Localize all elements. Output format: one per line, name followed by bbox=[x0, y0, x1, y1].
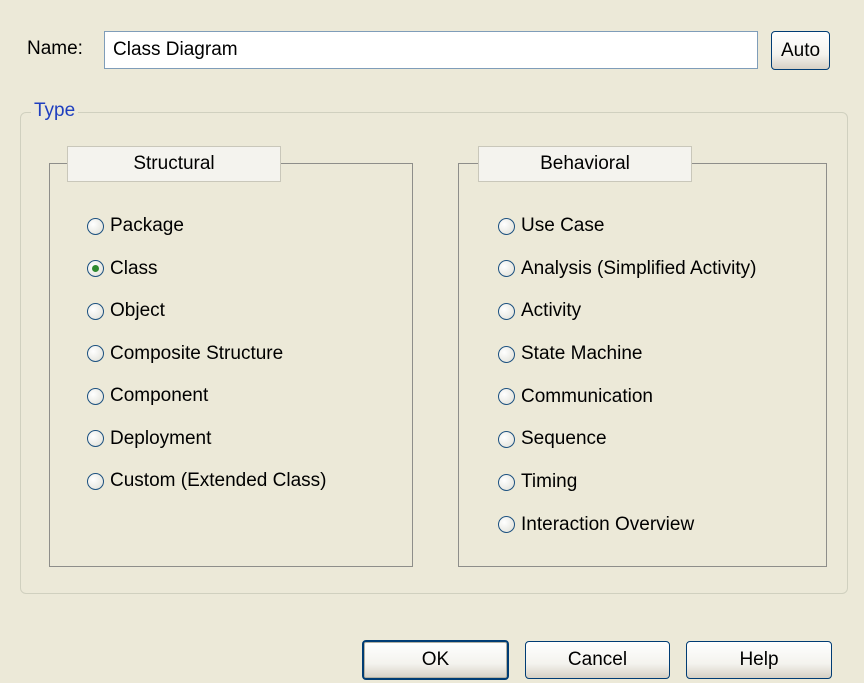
radio-option-activity[interactable]: Activity bbox=[498, 299, 756, 323]
radio-option-timing[interactable]: Timing bbox=[498, 470, 756, 494]
radio-option-label: Deployment bbox=[110, 427, 212, 449]
radio-option-object[interactable]: Object bbox=[87, 299, 326, 323]
radio-option-label: Communication bbox=[521, 385, 653, 407]
name-label: Name: bbox=[27, 38, 83, 59]
radio-option-interaction-overview[interactable]: Interaction Overview bbox=[498, 513, 756, 537]
radio-option-label: Composite Structure bbox=[110, 342, 284, 364]
radio-option-label: Timing bbox=[521, 471, 578, 493]
radio-option-use-case[interactable]: Use Case bbox=[498, 214, 756, 238]
radio-option-state-machine[interactable]: State Machine bbox=[498, 342, 756, 366]
radio-option-package[interactable]: Package bbox=[87, 214, 326, 238]
radio-option-sequence[interactable]: Sequence bbox=[498, 427, 756, 451]
radio-button-icon[interactable] bbox=[87, 430, 104, 447]
radio-button-icon[interactable] bbox=[498, 217, 515, 235]
radio-button-icon[interactable] bbox=[87, 217, 104, 235]
diagram-name-input[interactable]: Class Diagram bbox=[104, 31, 758, 69]
radio-button-icon[interactable] bbox=[498, 302, 515, 320]
radio-option-label: Package bbox=[110, 215, 184, 236]
radio-option-composite-structure[interactable]: Composite Structure bbox=[87, 342, 326, 366]
behavioral-group-title: Behavioral bbox=[478, 146, 692, 182]
radio-option-communication[interactable]: Communication bbox=[498, 385, 756, 409]
auto-button[interactable]: Auto bbox=[771, 31, 830, 70]
radio-button-icon[interactable] bbox=[498, 345, 515, 363]
radio-option-component[interactable]: Component bbox=[87, 384, 326, 408]
radio-option-custom-extended-class[interactable]: Custom (Extended Class) bbox=[87, 469, 326, 493]
radio-option-label: Use Case bbox=[521, 215, 605, 236]
radio-option-label: Activity bbox=[521, 300, 582, 322]
radio-button-checked-icon[interactable] bbox=[87, 260, 104, 277]
cancel-button[interactable]: Cancel bbox=[525, 641, 670, 679]
structural-group-title: Structural bbox=[67, 146, 281, 182]
radio-option-deployment[interactable]: Deployment bbox=[87, 427, 326, 451]
radio-option-label: Custom (Extended Class) bbox=[110, 470, 327, 491]
radio-option-label: Sequence bbox=[521, 428, 607, 450]
radio-button-icon[interactable] bbox=[498, 388, 515, 406]
radio-option-label: Analysis (Simplified Activity) bbox=[521, 257, 757, 279]
radio-option-label: Interaction Overview bbox=[521, 513, 695, 535]
radio-option-label: State Machine bbox=[521, 343, 643, 365]
radio-option-label: Component bbox=[110, 385, 209, 406]
radio-button-icon[interactable] bbox=[87, 472, 104, 490]
behavioral-option-list: Use Case Analysis (Simplified Activity) … bbox=[498, 214, 756, 537]
radio-option-label: Object bbox=[110, 300, 165, 321]
help-button[interactable]: Help bbox=[686, 641, 832, 679]
radio-option-class[interactable]: Class bbox=[87, 257, 326, 281]
radio-button-icon[interactable] bbox=[87, 387, 104, 405]
radio-button-icon[interactable] bbox=[498, 516, 515, 534]
structural-option-list: Package Class Object Composite Structure… bbox=[87, 214, 326, 493]
radio-option-analysis[interactable]: Analysis (Simplified Activity) bbox=[498, 257, 756, 281]
radio-button-icon[interactable] bbox=[87, 345, 104, 362]
radio-button-icon[interactable] bbox=[87, 302, 104, 320]
ok-button[interactable]: OK bbox=[362, 640, 509, 680]
radio-button-icon[interactable] bbox=[498, 260, 515, 278]
radio-button-icon[interactable] bbox=[498, 473, 515, 491]
radio-option-label: Class bbox=[110, 257, 158, 279]
radio-button-icon[interactable] bbox=[498, 430, 515, 448]
type-groupbox-label: Type bbox=[31, 100, 79, 122]
